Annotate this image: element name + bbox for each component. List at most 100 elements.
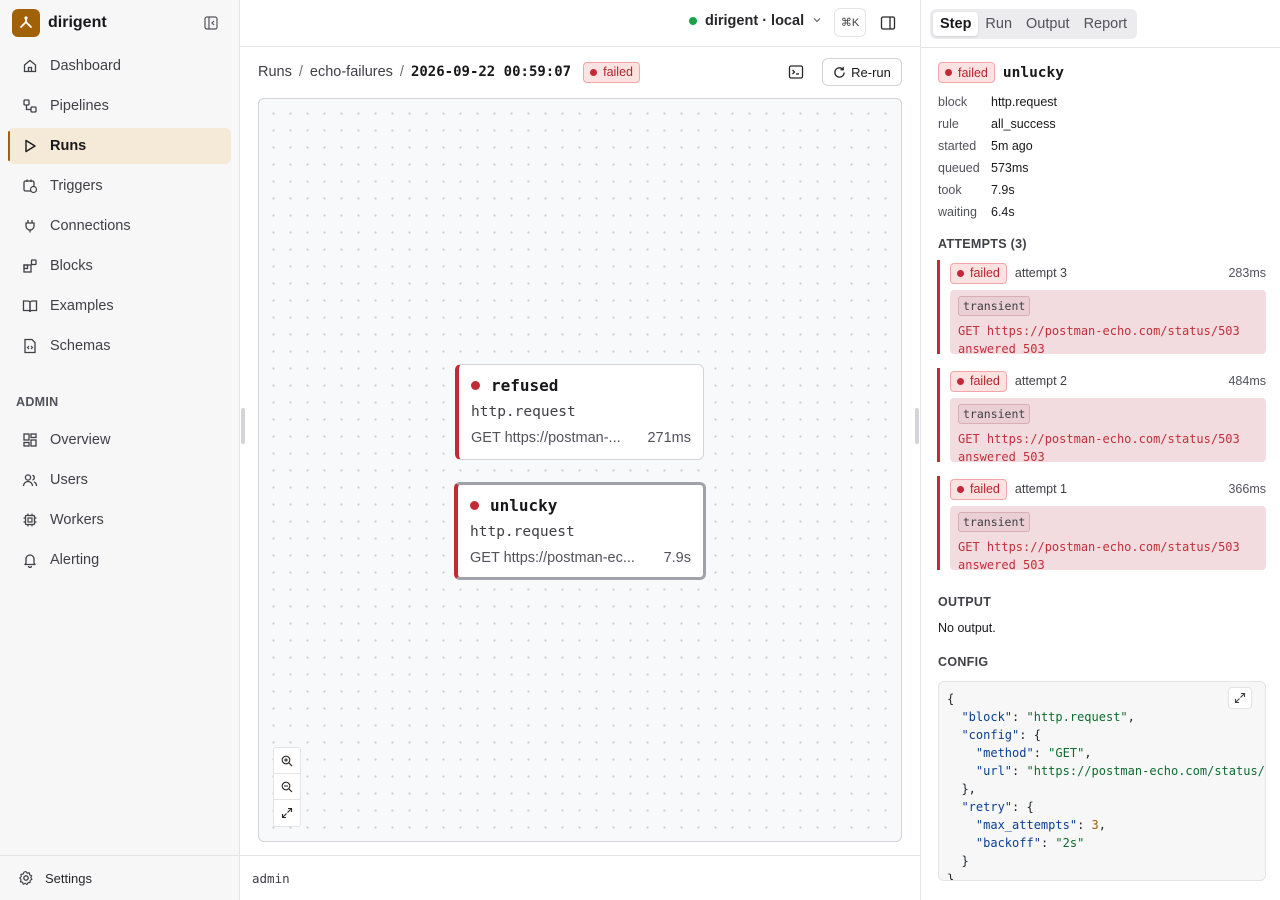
blocks-icon <box>22 258 38 274</box>
sidebar: dirigent Dashboard Pipelines Runs Trigge… <box>0 0 240 900</box>
tab-output[interactable]: Output <box>1019 12 1077 36</box>
brand[interactable]: dirigent <box>12 9 107 37</box>
plug-icon <box>22 218 38 234</box>
cpu-icon <box>22 512 38 528</box>
node-duration: 271ms <box>647 430 691 446</box>
node-unlucky[interactable]: unlucky http.request GET https://postman… <box>454 482 706 580</box>
command-palette-button[interactable]: ⌘K <box>834 8 866 37</box>
tab-step[interactable]: Step <box>933 12 979 36</box>
attempt-card: failed attempt 2 484ms transient GET htt… <box>937 368 1266 464</box>
config-viewer[interactable]: { "block": "http.request", "config": { "… <box>938 681 1266 881</box>
attempt-error: transient GET https://postman-echo.com/s… <box>950 398 1266 464</box>
file-code-icon <box>22 338 38 354</box>
settings-label: Settings <box>45 870 92 886</box>
sidebar-item-label: Workers <box>50 512 104 528</box>
node-duration: 7.9s <box>663 550 691 566</box>
sidebar-item-label: Schemas <box>50 338 111 354</box>
environment-name: dirigent · local <box>705 13 805 29</box>
sidebar-item-label: Overview <box>50 432 111 448</box>
calendar-clock-icon <box>22 178 38 194</box>
status-dot <box>470 501 479 510</box>
node-block: http.request <box>471 404 576 420</box>
fit-view-icon[interactable] <box>274 800 300 826</box>
sidebar-item-label: Connections <box>50 218 131 234</box>
attempt-label: attempt 1 <box>1014 482 1068 496</box>
sidebar-item-examples[interactable]: Examples <box>8 288 231 324</box>
admin-section-label: ADMIN <box>16 395 59 409</box>
collapse-sidebar-icon[interactable] <box>202 14 220 32</box>
status-badge: failed <box>938 62 995 83</box>
tab-run[interactable]: Run <box>978 12 1019 36</box>
home-icon <box>22 58 38 74</box>
sidebar-item-label: Pipelines <box>50 98 109 114</box>
top-bar: dirigent · local ⌘K <box>240 0 920 47</box>
pipeline-canvas[interactable]: refused http.request GET https://postman… <box>258 98 902 842</box>
toggle-panel-icon[interactable] <box>879 14 897 32</box>
breadcrumb-run: 2026-09-22 00:59:07 <box>410 64 572 80</box>
breadcrumb-pipeline[interactable]: echo-failures <box>310 64 393 80</box>
sidebar-item-label: Runs <box>50 138 87 154</box>
sidebar-item-label: Alerting <box>50 552 100 568</box>
sidebar-item-dashboard[interactable]: Dashboard <box>8 48 231 84</box>
sidebar-item-alerting[interactable]: Alerting <box>8 542 231 578</box>
main-nav: Dashboard Pipelines Runs Triggers Connec… <box>8 48 231 368</box>
play-icon <box>22 138 38 154</box>
sidebar-item-label: Triggers <box>50 178 103 194</box>
attempt-card: failed attempt 3 283ms transient GET htt… <box>937 260 1266 356</box>
sidebar-item-users[interactable]: Users <box>8 462 231 498</box>
status-badge: failed <box>583 61 640 83</box>
current-user: admin <box>252 870 290 886</box>
config-title: CONFIG <box>938 655 989 669</box>
output-empty: No output. <box>938 621 996 635</box>
status-badge: failed <box>950 262 1007 284</box>
sidebar-item-workers[interactable]: Workers <box>8 502 231 538</box>
error-tag: transient <box>958 404 1031 424</box>
sidebar-item-runs[interactable]: Runs <box>8 128 231 164</box>
sidebar-item-overview[interactable]: Overview <box>8 422 231 458</box>
error-message: GET https://postman-echo.com/status/503 … <box>958 540 1240 572</box>
environment-switcher[interactable]: dirigent · local <box>689 13 822 29</box>
status-bar: admin <box>240 855 920 900</box>
breadcrumb-runs[interactable]: Runs <box>258 64 292 80</box>
dashboard-icon <box>22 432 38 448</box>
sidebar-item-triggers[interactable]: Triggers <box>8 168 231 204</box>
tab-report[interactable]: Report <box>1077 12 1135 36</box>
step-header: failed unlucky <box>938 62 1064 83</box>
panel-resize-handle[interactable] <box>915 408 919 444</box>
attempt-error: transient GET https://postman-echo.com/s… <box>950 506 1266 572</box>
rerun-button[interactable]: Re-run <box>822 58 902 86</box>
attempts-title: ATTEMPTS (3) <box>938 237 1027 251</box>
error-message: GET https://postman-echo.com/status/503 … <box>958 432 1240 464</box>
details-panel: Step Run Output Report failed unlucky bl… <box>920 0 1280 900</box>
node-refused[interactable]: refused http.request GET https://postman… <box>455 364 704 460</box>
sidebar-item-pipelines[interactable]: Pipelines <box>8 88 231 124</box>
zoom-out-icon[interactable] <box>274 774 300 800</box>
settings-link[interactable]: Settings <box>0 855 240 900</box>
gear-icon <box>18 870 34 886</box>
node-name: refused <box>491 376 559 395</box>
node-url: GET https://postman-... <box>471 430 621 446</box>
app-name: dirigent <box>48 14 107 31</box>
workflow-icon <box>22 98 38 114</box>
terminal-icon[interactable] <box>787 63 805 81</box>
environment-status-dot <box>689 17 697 25</box>
zoom-in-icon[interactable] <box>274 748 300 774</box>
attempt-duration: 283ms <box>1228 266 1266 280</box>
users-icon <box>22 472 38 488</box>
sidebar-item-label: Examples <box>50 298 114 314</box>
status-badge: failed <box>950 370 1007 392</box>
sidebar-resize-handle[interactable] <box>241 408 245 444</box>
node-block: http.request <box>470 524 575 540</box>
error-message: GET https://postman-echo.com/status/503 … <box>958 324 1240 356</box>
output-title: OUTPUT <box>938 595 992 609</box>
refresh-icon <box>834 66 845 78</box>
zoom-controls <box>273 747 301 827</box>
node-url: GET https://postman-ec... <box>470 550 635 566</box>
book-icon <box>22 298 38 314</box>
sidebar-item-schemas[interactable]: Schemas <box>8 328 231 364</box>
sidebar-item-blocks[interactable]: Blocks <box>8 248 231 284</box>
attempt-duration: 366ms <box>1228 482 1266 496</box>
sidebar-item-label: Dashboard <box>50 58 121 74</box>
expand-icon[interactable] <box>1228 687 1252 709</box>
sidebar-item-connections[interactable]: Connections <box>8 208 231 244</box>
